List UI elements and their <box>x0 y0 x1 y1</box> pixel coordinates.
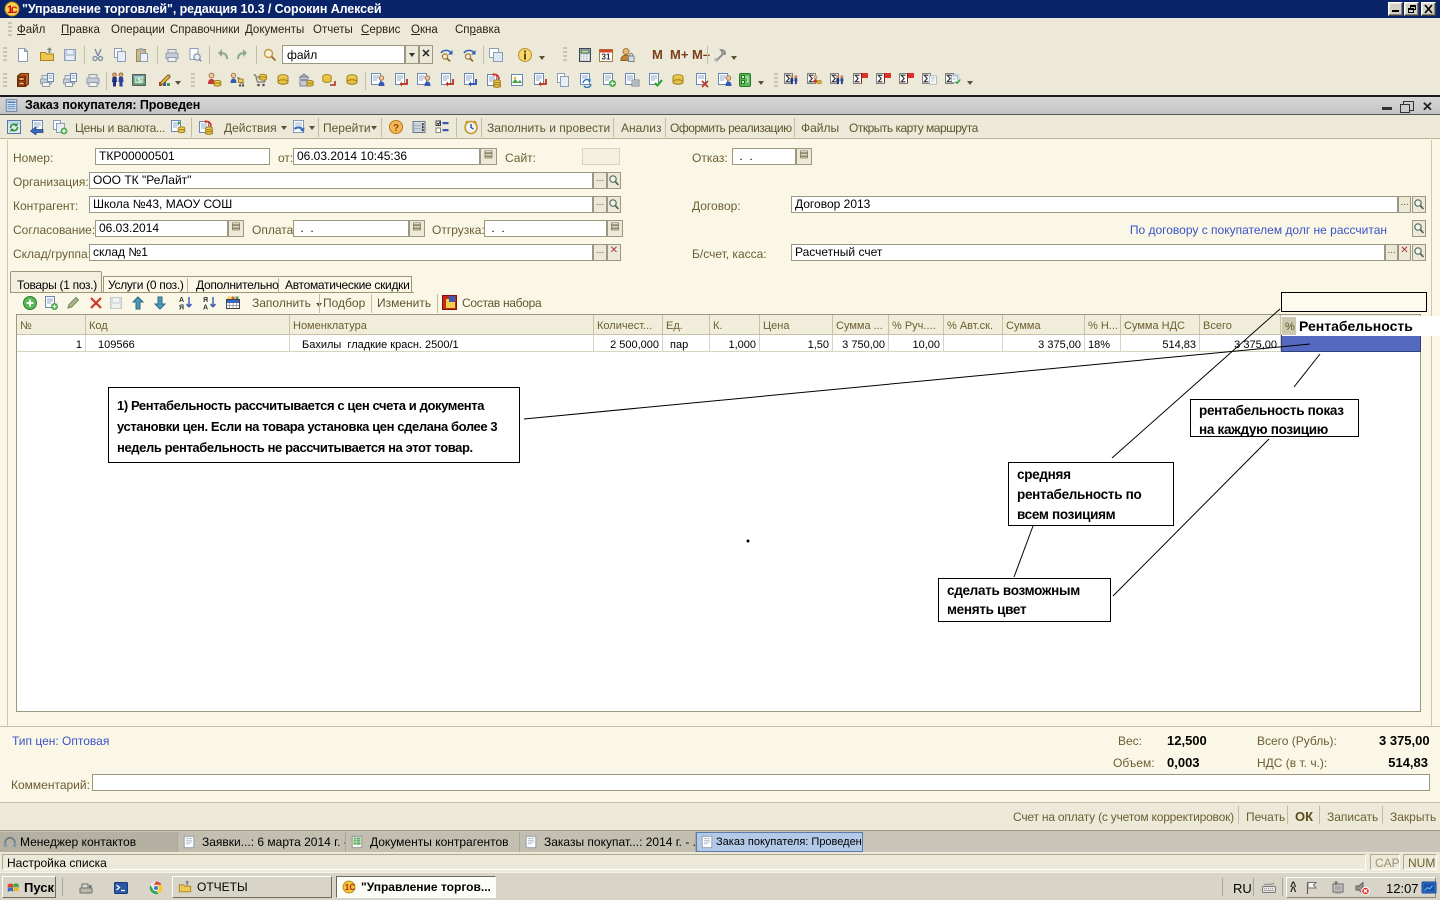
svg-text:С: С <box>11 5 18 15</box>
